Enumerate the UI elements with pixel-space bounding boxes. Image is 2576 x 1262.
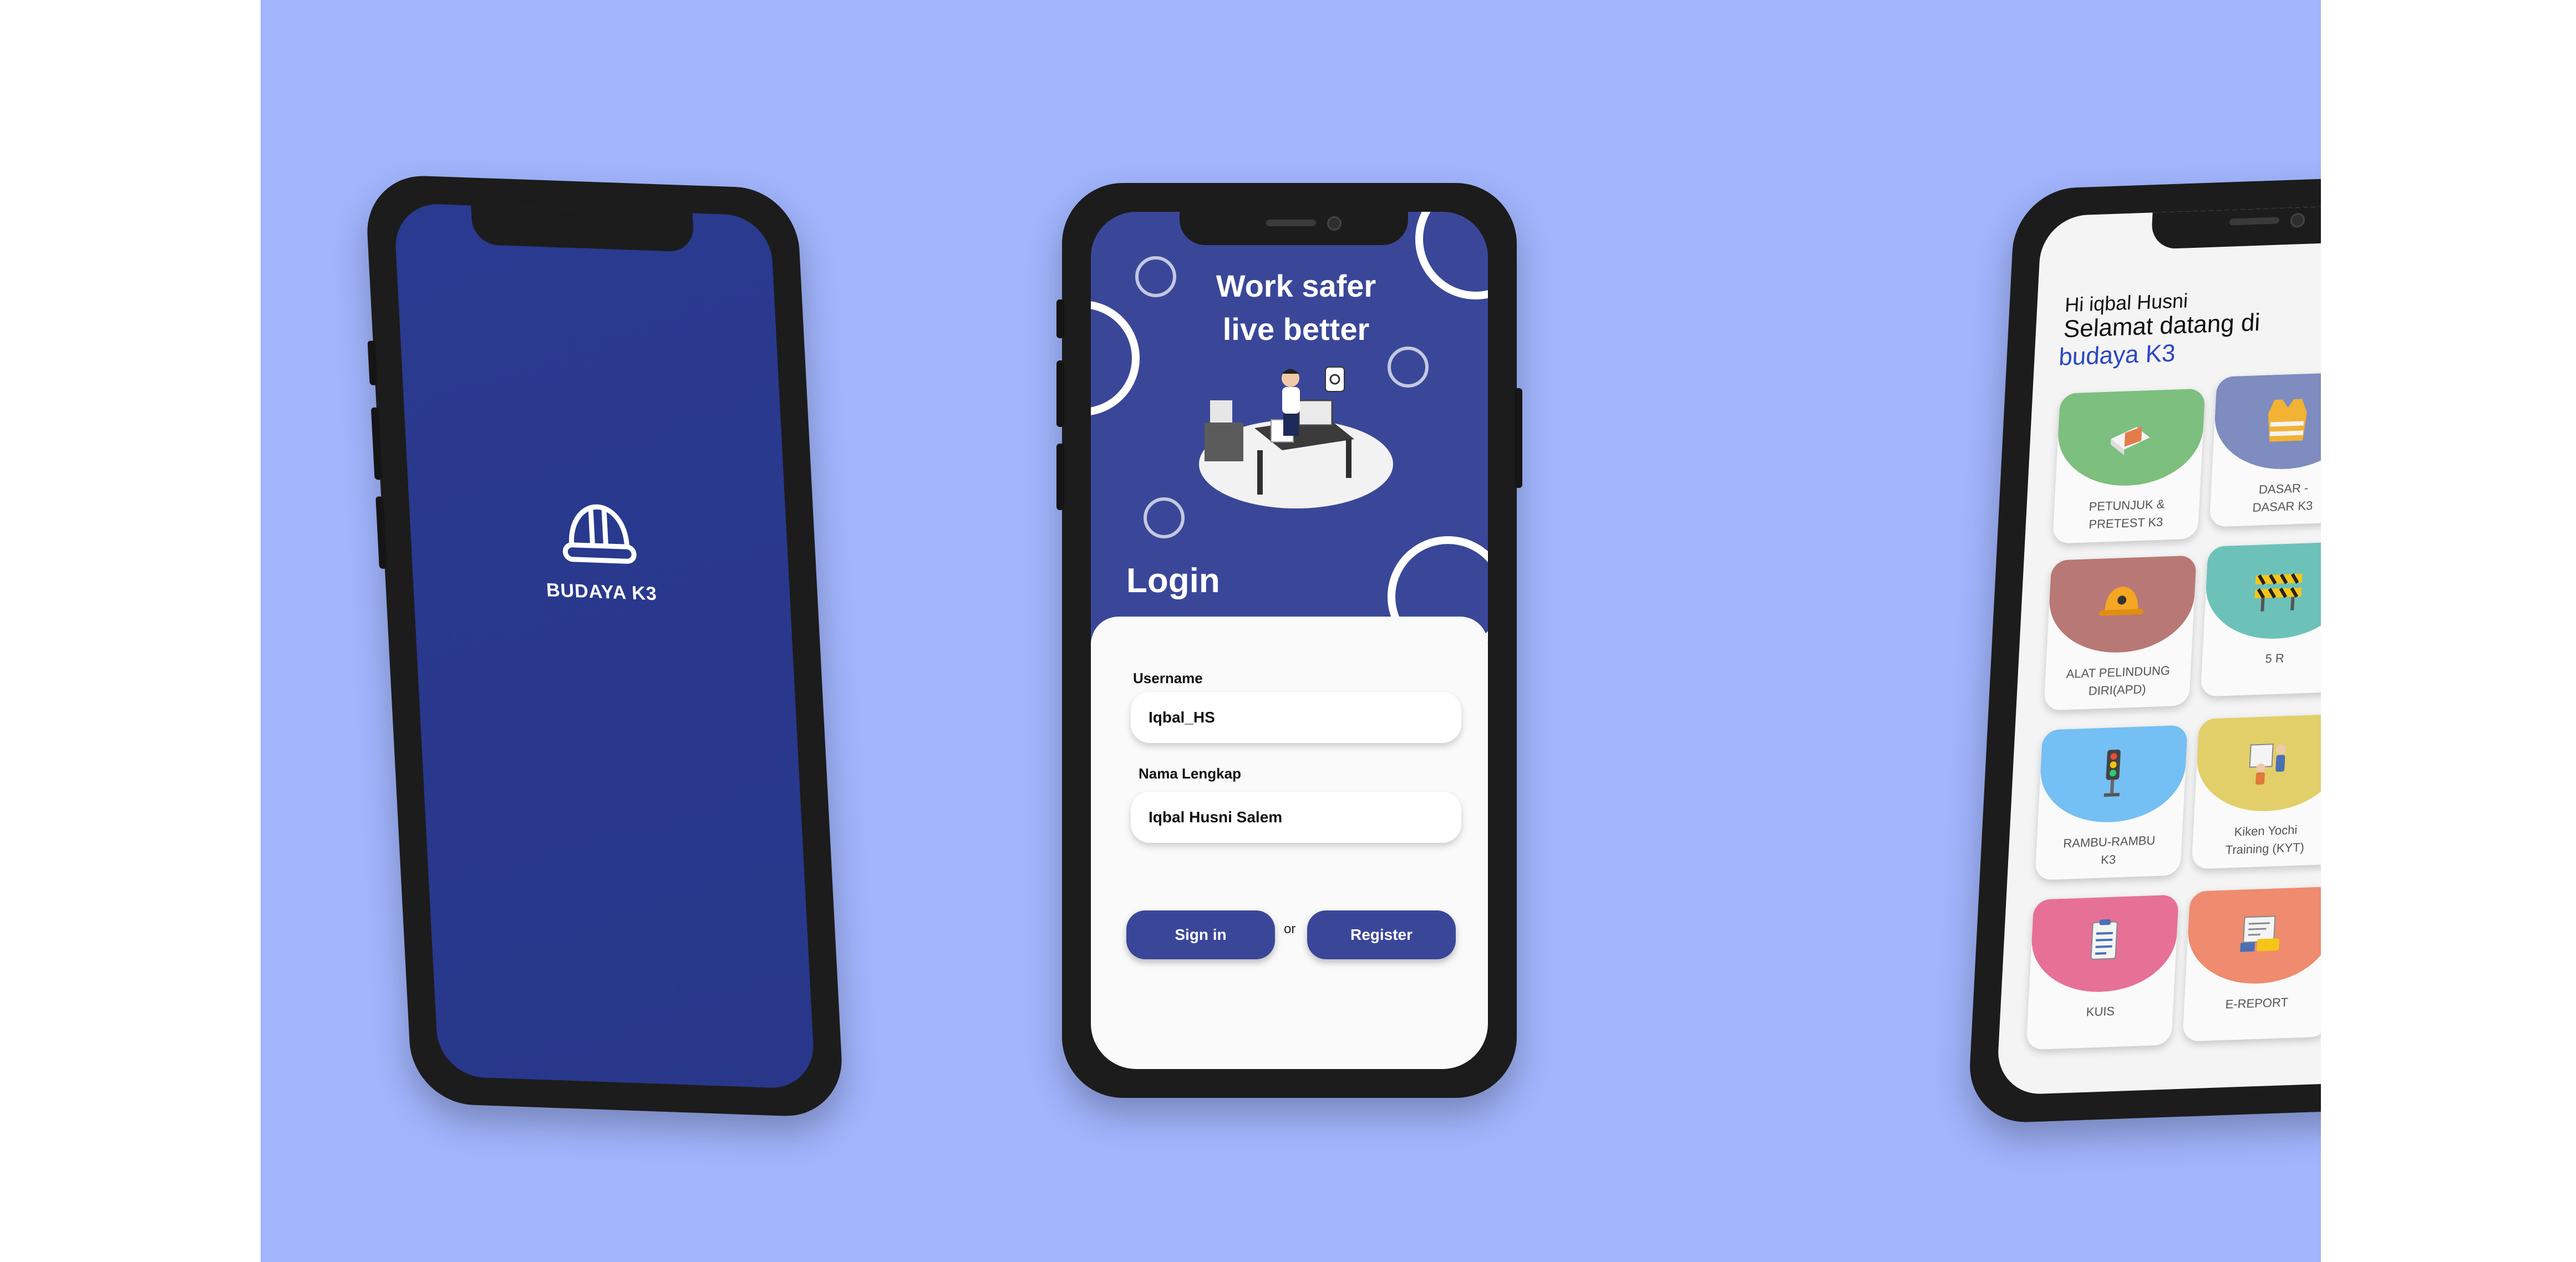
decor-ring — [1091, 301, 1140, 416]
hero-line-2: live better — [1222, 312, 1370, 347]
splash-logo: BUDAYA K3 — [409, 492, 791, 609]
notch — [1180, 212, 1408, 245]
login-title: Login — [1126, 562, 1220, 600]
tile-label-line-1: E-REPORT — [2225, 995, 2289, 1011]
safety-vest-icon — [2268, 399, 2307, 442]
volume-up-button — [370, 407, 383, 480]
brand-text: budaya K3 — [2058, 339, 2176, 371]
hero-title: Work safer live better — [1185, 264, 1407, 351]
helmet-icon — [562, 504, 637, 564]
report-icon — [2240, 915, 2280, 952]
side-button — [367, 340, 378, 386]
tile-label-line-1: KUIS — [2086, 1004, 2115, 1019]
book-icon — [2110, 426, 2150, 455]
power-button — [1515, 388, 1522, 488]
app-name: BUDAYA K3 — [546, 579, 658, 605]
training-icon — [2249, 744, 2287, 785]
showcase-background: BUDAYA K3 Work safer live better Login U… — [261, 0, 2321, 1262]
username-input[interactable]: Iqbal_HS — [1131, 692, 1461, 743]
front-camera — [2290, 212, 2305, 228]
front-camera — [1327, 216, 1342, 231]
splash-phone: BUDAYA K3 — [364, 174, 845, 1118]
barrier-icon — [2254, 573, 2303, 612]
decor-ring — [1415, 212, 1488, 299]
notch — [471, 205, 695, 252]
fullname-label: Nama Lengkap — [1139, 765, 1241, 782]
notch — [2151, 205, 2321, 250]
decor-ring — [1144, 497, 1185, 538]
menu-tile-petunjuk[interactable]: PETUNJUK & PRETEST K3 — [2052, 388, 2206, 544]
login-form: Username Iqbal_HS Nama Lengkap Iqbal Hus… — [1091, 617, 1488, 1069]
menu-tile-ereport[interactable]: E-REPORT — [2182, 886, 2321, 1042]
username-label: Username — [1133, 670, 1203, 686]
side-button — [1056, 299, 1064, 338]
hero-line-1: Work safer — [1216, 268, 1376, 303]
login-screen: Work safer live better Login Username Iq… — [1091, 212, 1488, 1069]
hard-hat-icon — [2099, 587, 2143, 616]
tile-label-line-1: 5 R — [2265, 651, 2285, 666]
menu-tile-apd[interactable]: ALAT PELINDUNG DIRI(APD) — [2044, 555, 2197, 711]
speaker — [2229, 217, 2280, 226]
register-button[interactable]: Register — [1307, 910, 1456, 959]
menu-tile-rambu[interactable]: RAMBU-RAMBU K3 — [2035, 725, 2188, 881]
decor-ring — [1135, 256, 1176, 297]
menu-tile-kyt[interactable]: Kiken Yochi Training (KYT) — [2191, 714, 2321, 869]
sign-in-button[interactable]: Sign in — [1126, 910, 1275, 959]
quiz-icon — [2090, 919, 2118, 960]
splash-screen: BUDAYA K3 — [393, 202, 816, 1090]
login-header: Work safer live better Login — [1091, 212, 1488, 657]
menu-tile-dasar[interactable]: DASAR - DASAR K3 — [2209, 372, 2321, 527]
office-worker-illustration — [1199, 367, 1393, 508]
menu-tile-5r[interactable]: 5 R — [2200, 541, 2321, 697]
volume-down-button — [375, 496, 387, 569]
speaker — [1266, 220, 1316, 226]
home-screen: Hi iqbal Husni Selamat datang di budaya … — [1996, 202, 2321, 1096]
volume-down-button — [1056, 444, 1064, 510]
home-phone: Hi iqbal Husni Selamat datang di budaya … — [1967, 173, 2321, 1124]
volume-up-button — [1056, 360, 1064, 427]
fullname-input[interactable]: Iqbal Husni Salem — [1131, 792, 1461, 843]
login-phone: Work safer live better Login Username Iq… — [1056, 183, 1522, 1098]
or-separator: or — [1284, 922, 1296, 937]
traffic-light-icon — [2104, 749, 2121, 797]
menu-tile-kuis[interactable]: KUIS — [2026, 894, 2179, 1050]
